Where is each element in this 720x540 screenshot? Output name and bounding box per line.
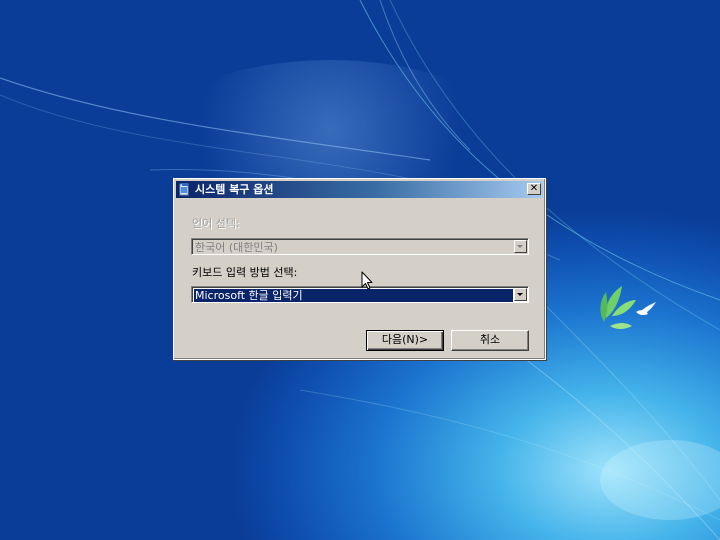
cancel-button[interactable]: 취소 [451, 330, 529, 351]
bird-logo-icon [600, 286, 656, 329]
keyboard-input-label: 키보드 입력 방법 선택: [192, 266, 298, 279]
keyboard-input-select-value: Microsoft 한글 입력기 [194, 289, 513, 302]
mouse-cursor-icon [361, 271, 373, 290]
window-icon [179, 183, 189, 196]
dialog-titlebar[interactable]: 시스템 복구 옵션 ✕ [176, 181, 543, 198]
language-select[interactable]: 한국어 (대한민국) [191, 238, 529, 255]
dialog-title: 시스템 복구 옵션 [195, 183, 274, 196]
next-button[interactable]: 다음(N)> [366, 330, 444, 351]
dropdown-arrow-icon[interactable] [514, 240, 527, 253]
system-recovery-options-dialog: 시스템 복구 옵션 ✕ 언어 선택: 한국어 (대한민국) 키보드 입력 방법 … [173, 178, 546, 360]
close-icon: ✕ [529, 183, 539, 194]
language-select-value: 한국어 (대한민국) [195, 241, 278, 254]
close-button[interactable]: ✕ [527, 183, 541, 195]
desktop-background: 시스템 복구 옵션 ✕ 언어 선택: 한국어 (대한민국) 키보드 입력 방법 … [0, 0, 720, 540]
dropdown-arrow-icon[interactable] [514, 288, 527, 301]
keyboard-input-select[interactable]: Microsoft 한글 입력기 [191, 286, 529, 303]
language-label: 언어 선택: [192, 217, 240, 230]
